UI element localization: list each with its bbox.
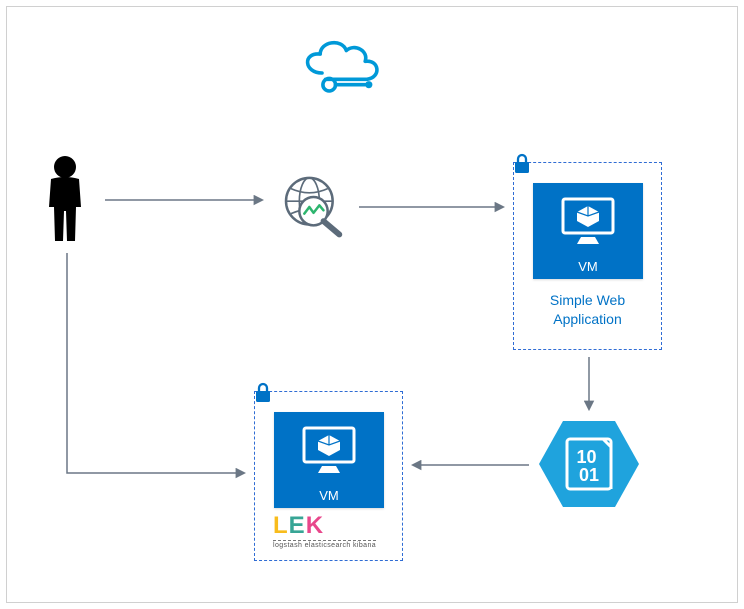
vm-icon — [559, 197, 617, 252]
elk-logo: LEK logstash elasticsearch kibana — [273, 514, 376, 549]
webapp-caption: Simple Web Application — [514, 291, 661, 329]
elk-subtitle: logstash elasticsearch kibana — [273, 540, 376, 549]
binary-data-hexagon-icon: 10 01 — [537, 419, 641, 509]
vm-icon — [300, 426, 358, 481]
secured-group-elk: VM LEK logstash elasticsearch kibana — [254, 391, 403, 561]
azure-cloud-icon — [295, 29, 385, 104]
elk-letter-l: L — [273, 512, 289, 539]
web-analytics-icon — [276, 172, 351, 247]
elk-letter-k: K — [306, 512, 324, 539]
arrow-person-to-elk — [67, 253, 244, 473]
elk-letter-e: E — [289, 512, 306, 539]
vm-label: VM — [533, 259, 643, 274]
user-person-icon — [41, 155, 89, 248]
vm-label: VM — [274, 488, 384, 503]
hex-binary-text: 10 01 — [576, 447, 601, 485]
secured-group-webapp: VM Simple Web Application — [513, 162, 662, 350]
vm-tile-elk: VM — [274, 412, 384, 508]
lock-icon — [253, 382, 273, 404]
vm-tile-webapp: VM — [533, 183, 643, 279]
lock-icon — [512, 153, 532, 175]
diagram-canvas: VM Simple Web Application 10 01 — [6, 6, 738, 603]
